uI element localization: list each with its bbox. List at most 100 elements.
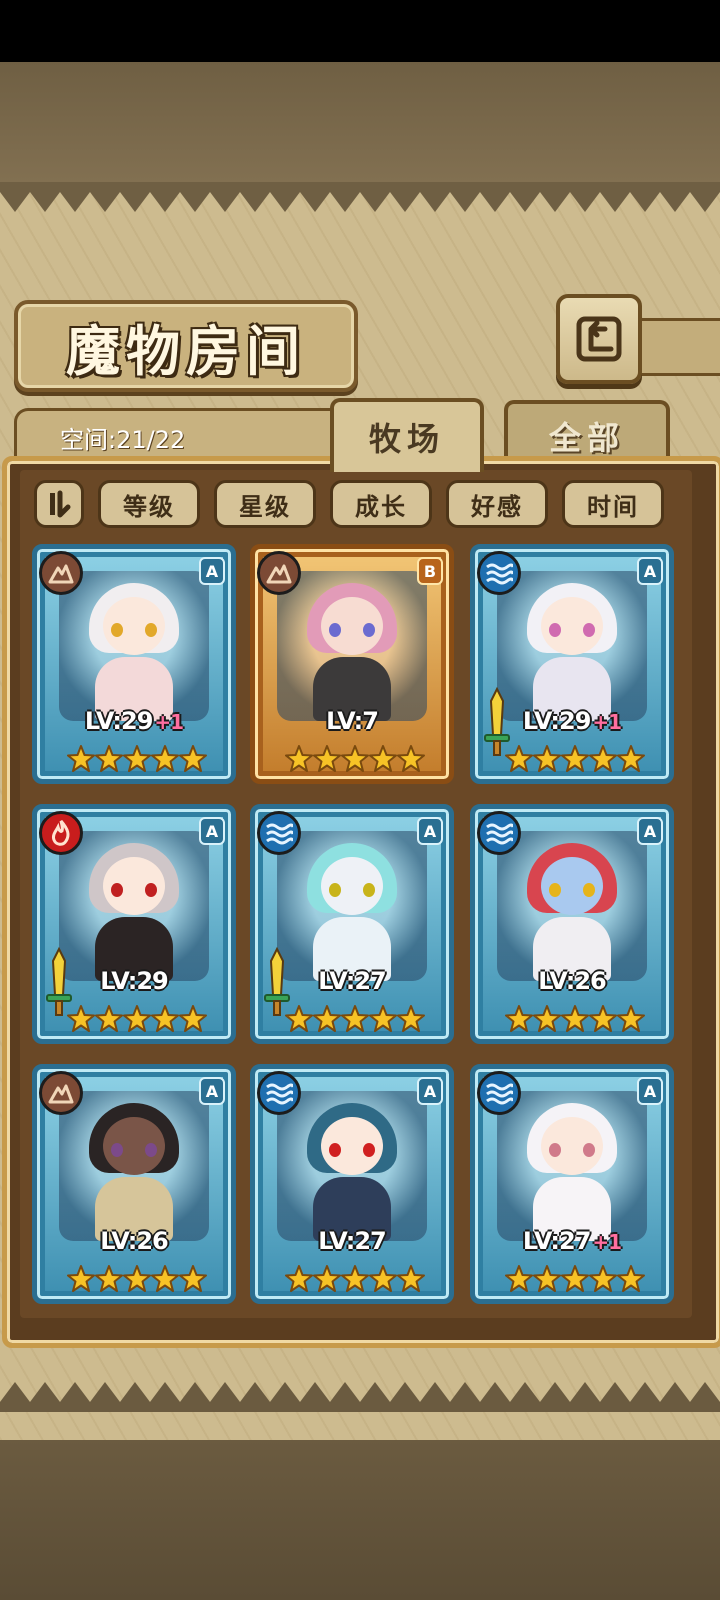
level-text: LV:27 [318,1227,386,1255]
level-text: LV:7 [326,707,379,735]
back-button-rail [634,318,720,376]
monster-card[interactable]: B LV:7 [250,544,454,784]
star-icon [123,1005,151,1035]
star-icon [95,1005,123,1035]
monster-level: LV:29 +1 [475,707,669,735]
monster-eye [145,883,157,897]
star-icon [369,1265,397,1295]
star-icon [95,745,123,775]
star-icon [67,745,95,775]
star-icon [341,1265,369,1295]
tab-all-label: 全部 [548,419,625,457]
monster-portrait [59,831,209,981]
level-text: LV:29 [84,707,153,735]
rank-badge: B [417,557,443,585]
rank-badge: A [417,817,443,845]
back-button[interactable] [556,294,642,384]
star-icon [617,1265,645,1295]
level-text: LV:29 [522,707,591,735]
star-icon [151,745,179,775]
monster-eye [363,623,375,637]
star-icon [589,1005,617,1035]
star-icon [179,745,207,775]
monster-card[interactable]: A LV:26 [470,804,674,1044]
star-icon [369,745,397,775]
monster-eye [549,623,561,637]
star-icon [617,745,645,775]
zigzag-border-bottom [0,1382,720,1412]
star-icon [151,1265,179,1295]
page-title: 魔物房间 [66,318,306,383]
monster-card[interactable]: A LV:27 [250,1064,454,1304]
star-icon [533,1265,561,1295]
star-icon [617,1005,645,1035]
monster-level: LV:26 [475,967,669,995]
earth-element-icon [39,1071,83,1115]
monster-eye [329,1143,341,1157]
earth-element-icon [257,551,301,595]
monster-eye [549,883,561,897]
star-rating [285,1005,425,1035]
star-icon [313,1005,341,1035]
sort-growth-button[interactable]: 成长 [330,480,432,528]
tab-ranch-label: 牧场 [368,420,445,458]
monster-eye [111,883,123,897]
monster-level: LV:27 +1 [475,1227,669,1255]
monster-portrait [277,1091,427,1241]
star-icon [123,1265,151,1295]
monster-eye [329,883,341,897]
water-element-icon [477,551,521,595]
level-text: LV:27 [522,1227,591,1255]
star-rating [67,1265,207,1295]
star-rating [67,745,207,775]
water-element-icon [477,1071,521,1115]
sort-order-toggle[interactable] [34,480,84,528]
rank-badge: A [637,817,663,845]
rank-badge: A [637,557,663,585]
star-icon [533,1005,561,1035]
star-icon [505,1005,533,1035]
star-rating [505,1005,645,1035]
star-icon [341,1005,369,1035]
monster-eye [329,623,341,637]
level-text: LV:29 [100,967,168,995]
monster-card[interactable]: A LV:29 +1 [470,544,674,784]
star-rating [505,1265,645,1295]
monster-eye [583,1143,595,1157]
star-icon [589,1265,617,1295]
monster-card[interactable]: A LV:26 [32,1064,236,1304]
monster-card[interactable]: A LV:27 +1 [470,1064,674,1304]
monster-card[interactable]: A LV:29 [32,804,236,1044]
monster-portrait [59,1091,209,1241]
star-rating [67,1005,207,1035]
sort-affection-button[interactable]: 好感 [446,480,548,528]
monster-card[interactable]: A LV:27 [250,804,454,1044]
star-icon [179,1265,207,1295]
sort-star-button[interactable]: 星级 [214,480,316,528]
sort-time-button[interactable]: 时间 [562,480,664,528]
monster-level: LV:29 [37,967,231,995]
monster-eye [363,883,375,897]
monster-card[interactable]: A LV:29 +1 [32,544,236,784]
monster-eye [363,1143,375,1157]
earth-element-icon [39,551,83,595]
star-icon [533,745,561,775]
return-arrow-icon [576,316,622,362]
star-rating [505,745,645,775]
monster-eye [549,1143,561,1157]
rank-badge: A [199,1077,225,1105]
monster-portrait [497,831,647,981]
level-bonus: +1 [592,1230,622,1254]
tab-ranch[interactable]: 牧场 [330,398,484,472]
title-plaque: 魔物房间 [14,300,358,392]
rank-badge: A [637,1077,663,1105]
status-bar [0,0,720,62]
sort-level-button[interactable]: 等级 [98,480,200,528]
monster-eye [583,883,595,897]
rank-badge: A [199,817,225,845]
rank-badge: A [199,557,225,585]
star-icon [313,745,341,775]
star-icon [561,1265,589,1295]
level-text: LV:26 [538,967,606,995]
star-icon [369,1005,397,1035]
